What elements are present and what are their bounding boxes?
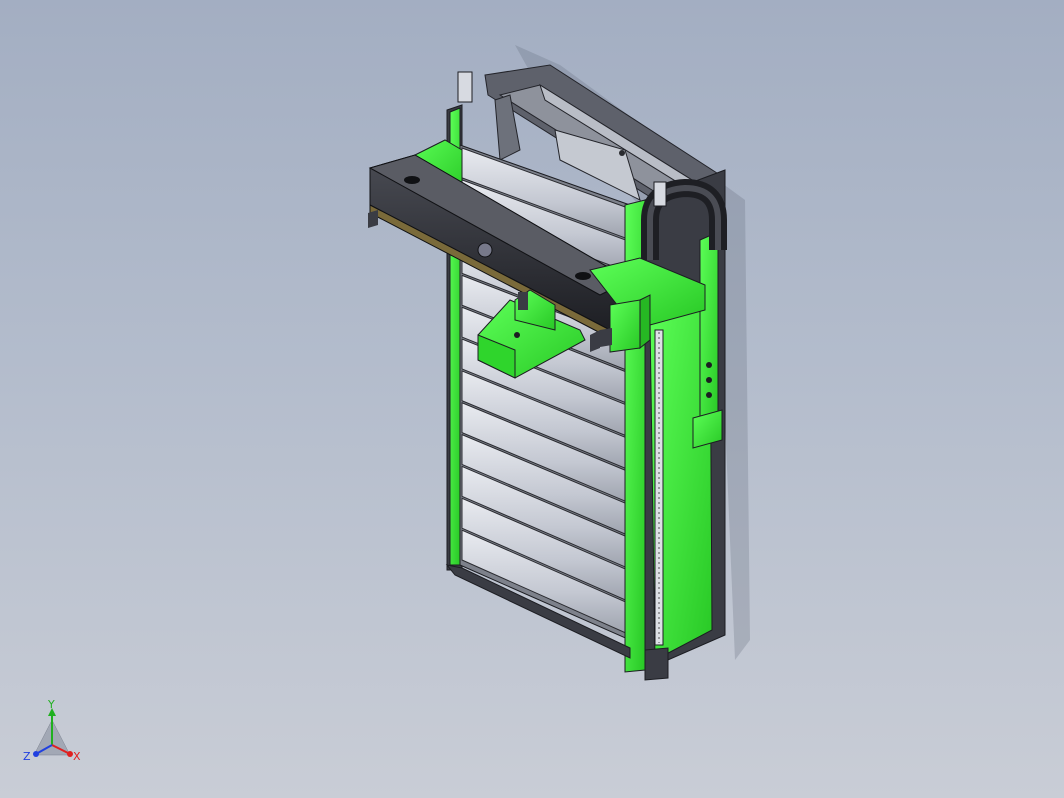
3d-viewport[interactable]: Y X Z — [0, 0, 1064, 798]
z-axis-label: Z — [23, 750, 31, 763]
cad-model-view[interactable] — [0, 0, 1064, 798]
y-axis-label: Y — [47, 700, 55, 711]
x-axis-label: X — [73, 750, 81, 763]
orientation-triad: Y X Z — [23, 700, 81, 763]
z-axis-dot-icon — [33, 751, 39, 757]
